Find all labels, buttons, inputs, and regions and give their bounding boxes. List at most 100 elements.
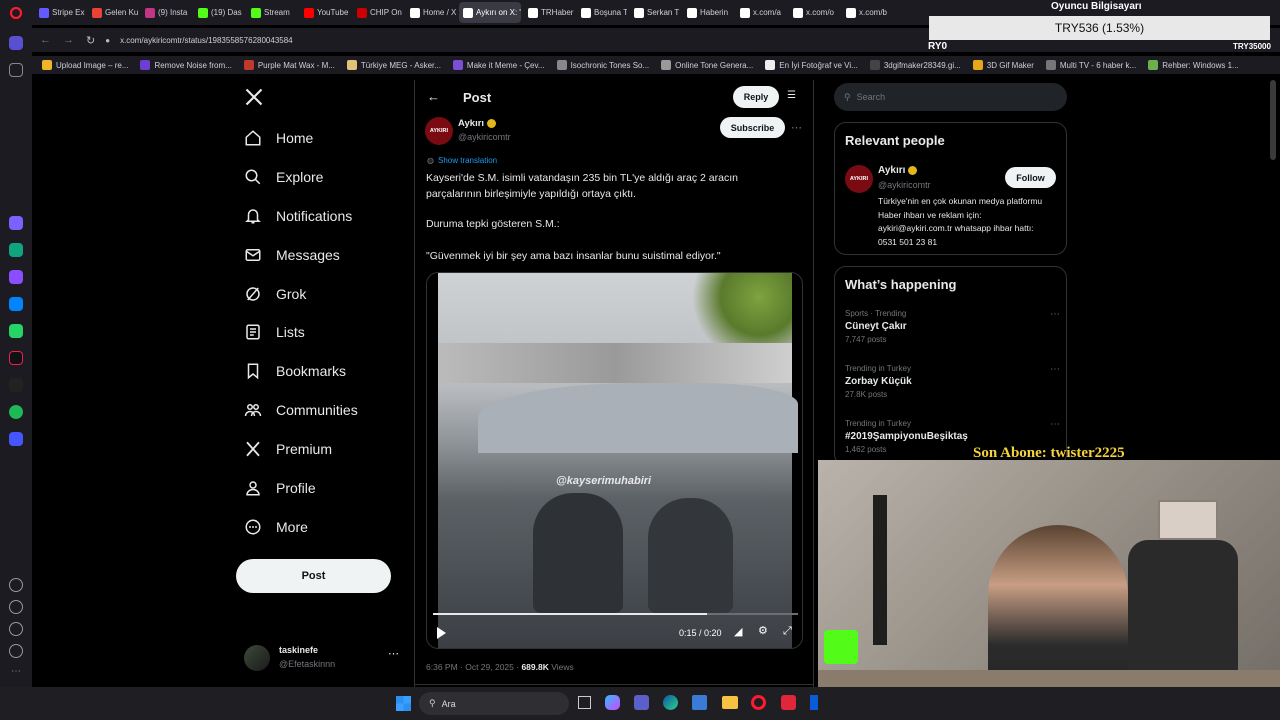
browser-tab[interactable]: Stripe Ex xyxy=(35,2,85,23)
filter-icon[interactable]: ☰ xyxy=(787,90,796,101)
volume-icon[interactable]: ◢ xyxy=(734,625,742,638)
bookmark-item[interactable]: Online Tone Genera... xyxy=(661,60,753,70)
fullscreen-icon[interactable]: ⤢ xyxy=(783,625,792,638)
browser-tab[interactable]: x.com/b xyxy=(842,2,892,23)
bookmark-item[interactable]: Türkiye MEG - Asker... xyxy=(346,60,441,70)
video-player[interactable]: @kayserimuhabiri 0:15 / 0:20 ◢ ⚙ ⤢ xyxy=(426,272,803,649)
trend-item[interactable]: Trending in Turkey Zorbay Küçük 27.8K po… xyxy=(845,364,1060,408)
nav-more[interactable]: More xyxy=(244,516,308,538)
player-icon[interactable] xyxy=(9,432,23,446)
settings-gear-icon[interactable] xyxy=(9,622,23,636)
nav-lists[interactable]: Lists xyxy=(244,321,305,343)
settings-gear-icon[interactable]: ⚙ xyxy=(758,624,768,637)
browser-tab[interactable]: x.com/o xyxy=(789,2,839,23)
nav-premium[interactable]: Premium xyxy=(244,438,332,460)
bookmark-item[interactable]: Multi TV - 6 haber k... xyxy=(1045,60,1136,70)
trend-more-icon[interactable]: ⋯ xyxy=(1050,309,1060,320)
more-dots-icon[interactable]: ⋯ xyxy=(9,666,23,680)
nav-messages[interactable]: Messages xyxy=(244,244,340,266)
app-taskbar-icon-2[interactable] xyxy=(810,695,818,710)
browser-tab[interactable]: Gelen Ku xyxy=(88,2,138,23)
forward-arrow-icon[interactable]: → xyxy=(63,34,74,46)
whatsapp-icon[interactable] xyxy=(9,324,23,338)
taskbar-search[interactable]: ⚲ Ara xyxy=(419,692,569,715)
browser-tab[interactable]: YouTube xyxy=(300,2,350,23)
author-name[interactable]: Aykırı xyxy=(458,118,497,129)
browser-tab[interactable]: Boşuna T xyxy=(577,2,627,23)
browser-tab[interactable]: x.com/a xyxy=(736,2,786,23)
lightbulb-icon[interactable] xyxy=(9,644,23,658)
back-arrow-icon[interactable]: ← xyxy=(40,34,51,46)
bookmark-item[interactable]: Isochronic Tones So... xyxy=(556,60,649,70)
copilot-icon[interactable] xyxy=(605,695,620,710)
reply-button[interactable]: Reply xyxy=(733,86,779,108)
task-view-icon[interactable] xyxy=(578,696,591,709)
search-box[interactable]: ⚲ Search xyxy=(834,83,1067,111)
person-name[interactable]: Aykırı xyxy=(878,165,918,176)
scrollbar[interactable] xyxy=(1270,80,1276,160)
bookmark-item[interactable]: 3D Gif Maker xyxy=(972,60,1034,70)
app-taskbar-icon[interactable] xyxy=(781,695,796,710)
home-icon[interactable] xyxy=(9,36,23,50)
browser-tab[interactable]: Haberin xyxy=(683,2,733,23)
browser-tab[interactable]: (19) Das xyxy=(194,2,244,23)
account-switcher[interactable]: taskinefe @Efetaskinnn ⋯ xyxy=(244,643,404,673)
teams-icon[interactable] xyxy=(634,695,649,710)
subscribe-button[interactable]: Subscribe xyxy=(720,117,785,138)
spotify-icon[interactable] xyxy=(9,405,23,419)
browser-tab[interactable]: CHIP On xyxy=(353,2,403,23)
messenger-icon[interactable] xyxy=(9,297,23,311)
nav-explore[interactable]: Explore xyxy=(244,166,323,188)
bookmark-item[interactable]: Rehber: Windows 1... xyxy=(1148,60,1239,70)
nav-bookmarks[interactable]: Bookmarks xyxy=(244,360,346,382)
bookmark-item[interactable]: Purple Mat Wax - M... xyxy=(243,60,335,70)
bookmark-item[interactable]: En İyi Fotoğraf ve Vi... xyxy=(765,60,858,70)
windows-start-icon[interactable] xyxy=(396,696,411,711)
bookmark-item[interactable]: Make it Meme - Çev... xyxy=(452,60,545,70)
follow-button[interactable]: Follow xyxy=(1005,167,1056,188)
author-handle[interactable]: @aykiricomtr xyxy=(458,132,511,142)
browser-tab[interactable]: (9) Insta xyxy=(141,2,191,23)
browser-tab[interactable]: Aykırı on X: "Ka xyxy=(459,2,521,23)
ai-app-icon[interactable] xyxy=(9,216,23,230)
opera-logo-icon[interactable] xyxy=(0,0,32,25)
bookmark-item[interactable]: Upload Image – re... xyxy=(42,60,128,70)
bookmark-favicon-icon xyxy=(661,60,672,70)
reload-icon[interactable]: ↻ xyxy=(86,34,95,47)
bookmark-item[interactable]: Remove Noise from... xyxy=(140,60,232,70)
store-icon[interactable] xyxy=(692,695,707,710)
browser-tab[interactable]: TRHaber xyxy=(524,2,574,23)
account-more-icon[interactable]: ⋯ xyxy=(388,647,399,660)
file-explorer-icon[interactable] xyxy=(722,696,738,709)
nav-profile[interactable]: Profile xyxy=(244,477,316,499)
browser-tab[interactable]: Home / X xyxy=(406,2,456,23)
url-field[interactable]: x.com/aykiricomtr/status/198355857628004… xyxy=(120,36,293,45)
nav-communities[interactable]: Communities xyxy=(244,399,358,421)
trend-more-icon[interactable]: ⋯ xyxy=(1050,419,1060,430)
trend-more-icon[interactable]: ⋯ xyxy=(1050,364,1060,375)
show-translation-link[interactable]: ◍ Show translation xyxy=(427,156,497,165)
nav-home[interactable]: Home xyxy=(244,127,313,149)
opera-taskbar-icon[interactable] xyxy=(751,695,766,710)
edge-icon[interactable] xyxy=(663,695,678,710)
play-icon[interactable] xyxy=(437,627,446,639)
browser-tab[interactable]: Serkan T xyxy=(630,2,680,23)
post-more-icon[interactable]: ⋯ xyxy=(791,121,802,134)
x-app-icon[interactable] xyxy=(9,378,23,392)
browser-tab[interactable]: Stream xyxy=(247,2,297,23)
nav-notifications[interactable]: Notifications xyxy=(244,205,352,227)
heart-icon[interactable] xyxy=(9,578,23,592)
post-button[interactable]: Post xyxy=(236,559,391,593)
person-avatar[interactable]: AYKIRI xyxy=(845,165,873,193)
nav-grok[interactable]: Grok xyxy=(244,283,306,305)
history-icon[interactable] xyxy=(9,600,23,614)
tiktok-icon[interactable] xyxy=(9,351,23,365)
x-logo-icon[interactable] xyxy=(244,87,264,107)
star-icon[interactable] xyxy=(9,63,23,77)
chatgpt-icon[interactable] xyxy=(9,243,23,257)
video-progress-track[interactable] xyxy=(433,613,798,615)
bookmark-item[interactable]: 3dgifmaker28349.gi... xyxy=(869,60,961,70)
app-icon[interactable] xyxy=(9,270,23,284)
trend-item[interactable]: Sports · Trending Cüneyt Çakır 7,747 pos… xyxy=(845,309,1060,353)
back-button[interactable]: ← xyxy=(427,89,440,104)
